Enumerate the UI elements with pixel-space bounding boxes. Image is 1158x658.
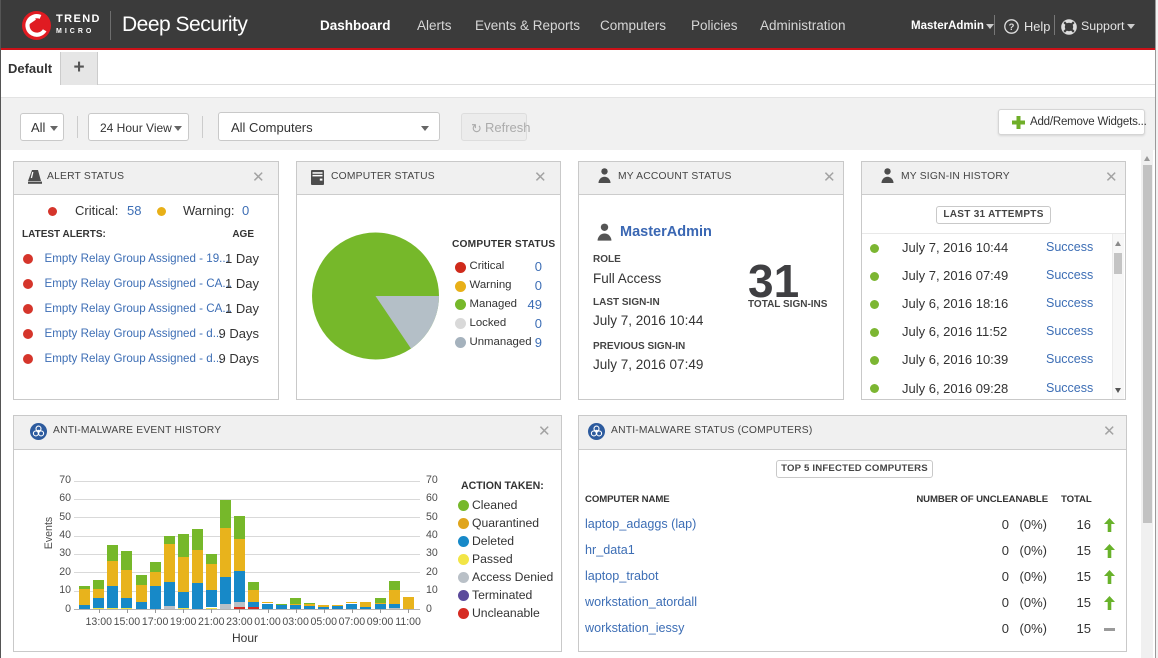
svg-text:?: ? bbox=[1009, 22, 1015, 33]
